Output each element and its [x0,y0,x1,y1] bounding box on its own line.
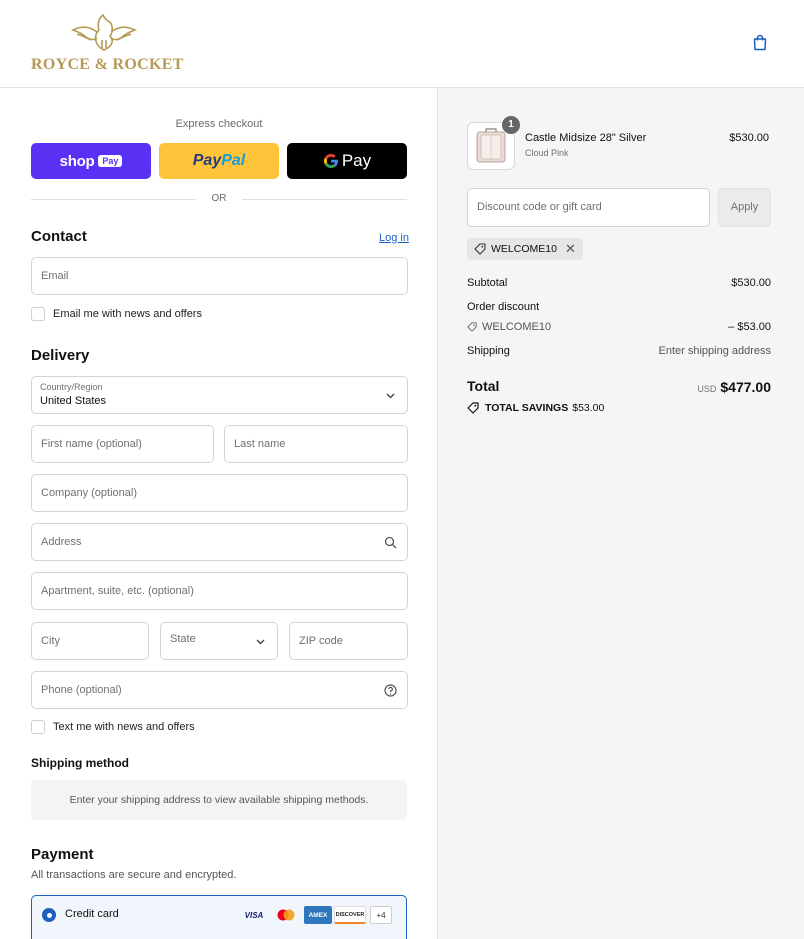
credit-card-radio[interactable] [42,908,56,922]
chevron-down-icon [256,639,265,645]
city-field[interactable]: City [31,622,149,660]
winged-horse-logo-icon [70,13,138,51]
order-discount-label: Order discount [467,301,540,313]
google-g-icon [323,154,338,168]
country-value: United States [40,395,107,407]
checkout-form: Express checkout shop Pay PayPal Pay OR … [0,88,437,939]
state-select[interactable]: State [160,622,278,660]
company-field[interactable]: Company (optional) [31,474,408,512]
total-row: Total USD $477.00 [467,378,771,395]
help-circle-icon[interactable] [384,684,397,697]
phone-field[interactable]: Phone (optional) [31,671,408,709]
brand-logo[interactable]: ROYCE & ROCKET [31,8,184,80]
delivery-title: Delivery [31,347,90,364]
sms-label: Text me with news and offers [53,721,195,733]
address-placeholder: Address [41,536,82,548]
savings-value: $53.00 [572,402,605,414]
or-label: OR [211,193,227,204]
country-label: Country/Region [40,382,103,392]
discount-placeholder: Discount code or gift card [477,201,602,213]
header: ROYCE & ROCKET [0,0,804,88]
country-select[interactable]: Country/Region United States [31,376,408,414]
order-summary: 1 Castle Midsize 28" Silver Cloud Pink $… [437,88,804,939]
remove-discount-icon[interactable]: ✕ [565,241,576,257]
apply-discount-button[interactable]: Apply [718,188,771,227]
more-cards-badge: +4 [370,906,392,924]
discount-code-input[interactable]: Discount code or gift card [467,188,710,227]
login-link[interactable]: Log in [379,232,409,244]
newsletter-checkbox[interactable] [31,307,45,321]
zip-field[interactable]: ZIP code [289,622,408,660]
credit-card-option[interactable]: Credit card VISA AMEX DISCOVER +4 [31,895,407,939]
amex-icon: AMEX [304,906,332,924]
product-name: Castle Midsize 28" Silver [525,132,647,144]
or-divider: OR [31,193,407,205]
zip-placeholder: ZIP code [299,635,343,647]
quantity-badge: 1 [502,116,520,134]
newsletter-option[interactable]: Email me with news and offers [31,306,202,322]
currency-code: USD [697,384,717,394]
shop-pay-button[interactable]: shop Pay [31,143,151,179]
product-price: $530.00 [729,132,769,144]
savings-label: TOTAL SAVINGS [485,402,569,414]
discount-code-label: WELCOME10 [482,321,552,333]
shop-pay-badge: Pay [98,155,123,167]
sms-option[interactable]: Text me with news and offers [31,719,195,735]
email-field[interactable]: Email [31,257,408,295]
subtotal-label: Subtotal [467,277,508,289]
subtotal-value: $530.00 [731,277,771,289]
tag-icon [467,322,477,332]
city-placeholder: City [41,635,60,647]
first-name-field[interactable]: First name (optional) [31,425,214,463]
shipping-method-title: Shipping method [31,756,129,770]
address-field[interactable]: Address [31,523,408,561]
total-savings: TOTAL SAVINGS $53.00 [467,402,604,414]
mastercard-icon [277,909,295,921]
search-icon[interactable] [384,536,397,549]
applied-code-label: WELCOME10 [491,243,557,255]
shipping-value: Enter shipping address [658,345,771,357]
visa-icon: VISA [244,910,264,920]
chevron-down-icon [386,393,395,399]
shipping-method-notice: Enter your shipping address to view avai… [31,780,407,820]
discount-amount: – $53.00 [728,321,771,333]
sms-checkbox[interactable] [31,720,45,734]
order-discount-row: Order discount [467,301,771,313]
google-pay-button[interactable]: Pay [287,143,407,179]
savings-tag-icon [467,402,479,414]
discount-code-row: WELCOME10 – $53.00 [467,321,771,333]
credit-card-label: Credit card [65,908,119,920]
apartment-placeholder: Apartment, suite, etc. (optional) [41,585,194,597]
subtotal-row: Subtotal $530.00 [467,277,771,289]
shipping-label: Shipping [467,345,510,357]
email-placeholder: Email [41,270,69,282]
last-name-placeholder: Last name [234,438,286,450]
paypal-logo: PayPal [192,152,246,169]
product-variant: Cloud Pink [525,148,569,158]
payment-title: Payment [31,846,94,863]
state-placeholder: State [170,633,196,645]
phone-placeholder: Phone (optional) [41,684,122,696]
payment-subtitle: All transactions are secure and encrypte… [31,869,237,881]
total-value: $477.00 [720,379,771,395]
company-placeholder: Company (optional) [41,487,137,499]
shop-pay-logo: shop [59,152,95,170]
tag-icon [474,243,486,255]
shipping-row: Shipping Enter shipping address [467,345,771,357]
apartment-field[interactable]: Apartment, suite, etc. (optional) [31,572,408,610]
brand-name: ROYCE & ROCKET [31,56,184,73]
newsletter-label: Email me with news and offers [53,308,202,320]
total-label: Total [467,378,500,394]
shopping-bag-icon[interactable] [752,34,768,51]
applied-discount-chip: WELCOME10 ✕ [467,238,583,260]
express-checkout-label: Express checkout [175,118,263,130]
discover-icon: DISCOVER [334,906,366,924]
first-name-placeholder: First name (optional) [41,438,142,450]
paypal-button[interactable]: PayPal [159,143,279,179]
contact-title: Contact [31,228,87,245]
last-name-field[interactable]: Last name [224,425,408,463]
google-pay-label: Pay [341,151,372,170]
